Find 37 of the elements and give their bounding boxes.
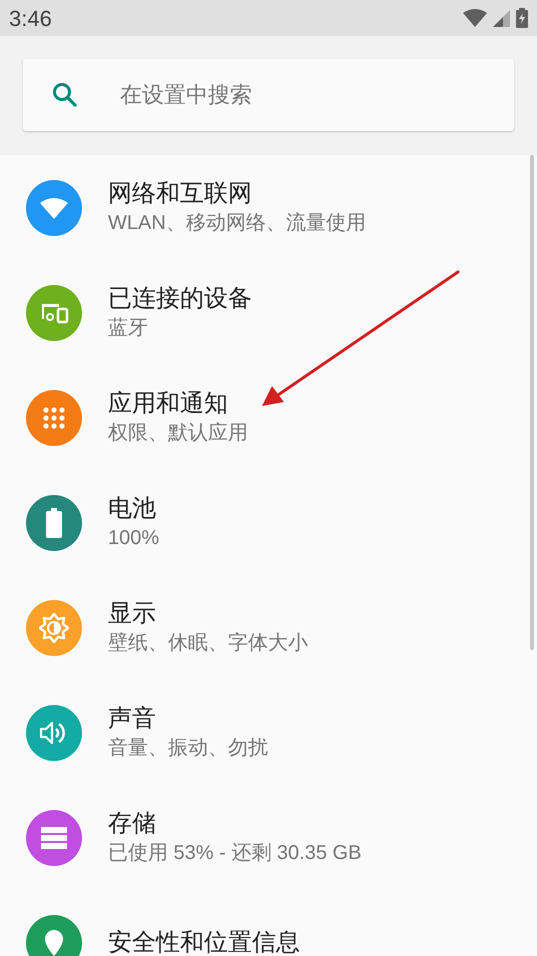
item-title: 安全性和位置信息 <box>108 928 300 956</box>
wifi-icon <box>40 196 68 218</box>
item-subtitle: 壁纸、休眠、字体大小 <box>108 630 308 656</box>
item-title: 声音 <box>108 704 157 734</box>
item-subtitle: 蓝牙 <box>108 316 149 340</box>
item-subtitle: WLAN、移动网络、流量使用 <box>108 210 366 236</box>
search-icon <box>52 82 78 108</box>
wifi-icon <box>463 9 487 27</box>
item-subtitle: 音量、振动、勿扰 <box>108 736 268 760</box>
settings-item[interactable]: 声音 音量、振动、勿扰 <box>0 680 537 785</box>
grid-icon <box>43 406 65 428</box>
devices-icon <box>39 302 69 324</box>
item-title: 网络和互联网 <box>108 178 253 208</box>
settings-item[interactable]: 已连接的设备 蓝牙 <box>0 260 537 365</box>
settings-item[interactable]: 安全性和位置信息 <box>0 890 537 956</box>
item-title: 显示 <box>108 598 157 628</box>
item-subtitle: 权限、默认应用 <box>108 420 248 446</box>
settings-item[interactable]: 存储 已使用 53% - 还剩 30.35 GB <box>0 785 537 890</box>
item-title: 已连接的设备 <box>108 284 252 314</box>
item-title: 电池 <box>108 494 157 524</box>
settings-item[interactable]: 显示 壁纸、休眠、字体大小 <box>0 575 537 680</box>
item-subtitle: 100% <box>108 526 160 550</box>
settings-item[interactable]: 电池 100% <box>0 470 537 575</box>
status-time: 3:46 <box>9 4 52 32</box>
settings-item[interactable]: 应用和通知 权限、默认应用 <box>0 365 537 470</box>
signal-icon <box>493 10 510 26</box>
speaker-icon <box>40 720 68 744</box>
item-title: 应用和通知 <box>108 388 229 418</box>
pin-icon <box>44 930 64 956</box>
settings-item[interactable]: 网络和互联网 WLAN、移动网络、流量使用 <box>0 155 537 260</box>
item-title: 存储 <box>108 808 157 838</box>
battery-icon <box>516 8 528 28</box>
item-subtitle: 已使用 53% - 还剩 30.35 GB <box>108 840 362 866</box>
battery-icon <box>46 508 62 538</box>
brightness-icon <box>39 612 69 642</box>
search-field[interactable]: 在设置中搜索 <box>23 59 514 131</box>
storage-icon <box>41 826 67 848</box>
